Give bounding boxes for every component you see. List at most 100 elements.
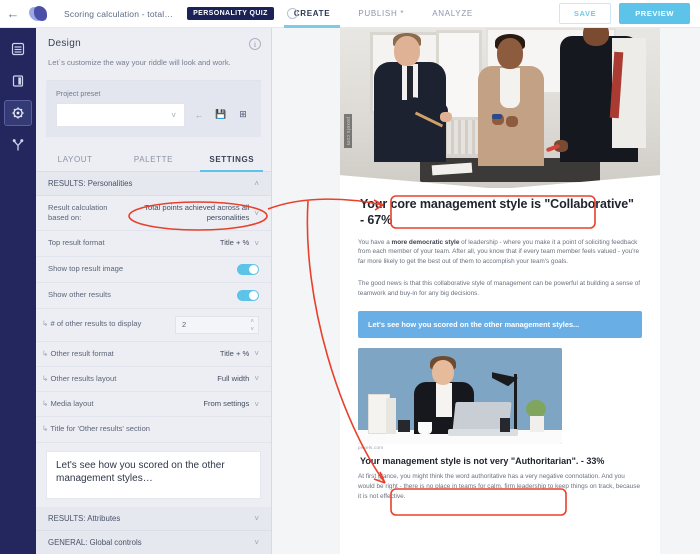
chevron-down-icon: ˅ (171, 110, 176, 120)
app-root: ← Scoring calculation - total… PERSONALI… (0, 0, 700, 554)
row-other-result-format: Other result format Title + % ˅ (36, 342, 271, 367)
paragraph-1-bold: more democratic style (391, 238, 460, 246)
other-results-title-input[interactable]: Let's see how you scored on the other ma… (46, 450, 261, 499)
section-results-attributes[interactable]: RESULTS: Attributes ˅ (36, 506, 271, 531)
panel-subtitle: Let`s customize the way your riddle will… (48, 58, 231, 67)
paragraph-1-lead: You have a (358, 238, 392, 246)
result-content: Your core management style is "Collabora… (340, 188, 660, 502)
row-result-calculation: Result calculation based on: Total point… (36, 196, 271, 232)
section-results-personalities[interactable]: RESULTS: Personalities ˄ (36, 171, 271, 196)
other-result-format-label: Other result format (42, 349, 120, 359)
media-layout-label: Media layout (42, 399, 100, 409)
top-result-heading: Your core management style is "Collabora… (360, 197, 634, 228)
bottom-result-paragraph: At first glance, you might think the wor… (358, 473, 641, 501)
project-preset-label: Project preset (56, 88, 101, 98)
rail-item-layers[interactable] (4, 36, 32, 62)
preview-button[interactable]: PREVIEW (619, 3, 690, 24)
rail-item-pages[interactable] (4, 68, 32, 94)
row-top-result-format: Top result format Title + % ˅ (36, 231, 271, 257)
tab-analyze[interactable]: ANALYZE (418, 0, 487, 28)
app-logo-icon[interactable] (26, 4, 52, 24)
project-preset-block: Project preset ˅ ← 💾 ⊞ (46, 79, 261, 137)
chevron-down-icon: ˅ (254, 238, 259, 248)
book-columns-icon (12, 75, 24, 87)
panel-tabs: LAYOUT PALETTE SETTINGS (36, 146, 271, 172)
result-calculation-dropdown[interactable]: Total points achieved across all persona… (131, 202, 259, 224)
num-other-results-value: 2 (182, 320, 187, 330)
stepper-arrows-icon[interactable]: ˄ ˅ (250, 318, 254, 334)
project-preset-select[interactable]: ˅ (56, 102, 185, 127)
section-general[interactable]: GENERAL: Global controls ˅ (36, 530, 271, 554)
num-other-results-stepper[interactable]: 2 ˄ ˅ (175, 315, 259, 334)
tab-settings[interactable]: SETTINGS (193, 147, 271, 172)
row-show-other-results: Show other results (36, 283, 271, 309)
rail-item-logic[interactable] (4, 132, 32, 158)
panel-header: Design i (36, 28, 271, 50)
top-bar: ← Scoring calculation - total… PERSONALI… (0, 0, 700, 28)
top-result-format-dropdown[interactable]: Title + % ˅ (220, 238, 259, 248)
undo-icon[interactable]: ← (191, 107, 207, 123)
tab-analyze-label: ANALYZE (432, 9, 473, 18)
page-title: Design (48, 38, 81, 49)
other-results-layout-label: Other results layout (42, 374, 122, 384)
show-top-result-image-label: Show top result image (48, 263, 124, 273)
section-general-label: GENERAL: Global controls (48, 537, 142, 547)
design-settings-panel: Design i Let`s customize the way your ri… (36, 28, 272, 554)
tab-layout[interactable]: LAYOUT (36, 147, 114, 171)
quiz-type-badge: PERSONALITY QUIZ (187, 7, 274, 20)
create-circle-icon (286, 7, 298, 19)
media-layout-value: From settings (203, 399, 250, 409)
other-results-layout-value: Full width (217, 373, 250, 383)
show-top-result-image-toggle[interactable] (237, 263, 259, 275)
row-other-results-layout: Other results layout Full width ˅ (36, 367, 271, 393)
result-calculation-value: Total points achieved across all persona… (144, 202, 250, 223)
row-num-other-results: # of other results to display 2 ˄˅ (36, 309, 271, 342)
tab-publish-label: PUBLISH * (358, 9, 405, 18)
row-media-layout: Media layout From settings ˅ (36, 392, 271, 418)
topbar-actions: SAVE PREVIEW (558, 3, 700, 24)
rail-item-design[interactable] (4, 100, 32, 126)
bottom-result-heading: Your management style is not very "Autho… (360, 456, 605, 467)
chevron-up-icon: ˄ (254, 178, 259, 188)
other-results-layout-dropdown[interactable]: Full width ˅ (217, 374, 259, 384)
main-nav-tabs: CREATE PUBLISH * ANALYZE (280, 0, 487, 28)
second-result-image (358, 348, 562, 445)
row-show-top-result-image: Show top result image (36, 257, 271, 283)
left-icon-rail (0, 28, 36, 554)
chevron-down-icon: ˅ (254, 399, 259, 409)
chevron-down-icon: ˅ (254, 208, 259, 218)
tab-palette[interactable]: PALETTE (114, 147, 192, 171)
second-image-watermark: pexels.com (358, 445, 384, 451)
tab-publish[interactable]: PUBLISH * (344, 0, 418, 28)
other-result-format-value: Title + % (219, 348, 250, 358)
save-button[interactable]: SAVE (558, 3, 612, 24)
chevron-down-icon: ˅ (254, 374, 259, 384)
layers-list-icon (11, 42, 25, 56)
add-preset-icon[interactable]: ⊞ (235, 107, 251, 123)
tab-create-label: CREATE (293, 9, 331, 18)
show-other-results-toggle[interactable] (237, 289, 259, 301)
branch-fork-icon (12, 139, 24, 151)
document-title[interactable]: Scoring calculation - total… (64, 9, 173, 19)
info-icon[interactable]: i (249, 38, 261, 50)
other-results-title-label: Title for 'Other results' section (42, 424, 156, 434)
gear-icon (12, 107, 24, 119)
back-arrow-icon[interactable]: ← (0, 7, 26, 20)
other-result-format-dropdown[interactable]: Title + % ˅ (220, 349, 259, 359)
hero-watermark: pexels.com (344, 114, 352, 149)
media-layout-dropdown[interactable]: From settings ˅ (203, 399, 259, 409)
chevron-down-icon: ˅ (254, 513, 259, 523)
tab-create[interactable]: CREATE (280, 0, 345, 28)
top-result-format-label: Top result format (48, 238, 105, 248)
preview-canvas: pexels.com Your core management style is… (272, 28, 700, 554)
project-preset-row: ˅ ← 💾 ⊞ (56, 102, 251, 127)
hero-image: pexels.com (340, 28, 660, 188)
save-preset-icon[interactable]: 💾 (213, 107, 229, 123)
other-results-banner: Let's see how you scored on the other ma… (358, 311, 642, 339)
section-results-attributes-label: RESULTS: Attributes (48, 513, 121, 523)
result-calculation-label: Result calculation based on: (48, 202, 108, 223)
num-other-results-label: # of other results to display (42, 319, 147, 329)
chevron-down-icon: ˅ (254, 349, 259, 359)
quiz-result-card: pexels.com Your core management style is… (340, 28, 660, 554)
chevron-down-icon: ˅ (254, 537, 259, 547)
